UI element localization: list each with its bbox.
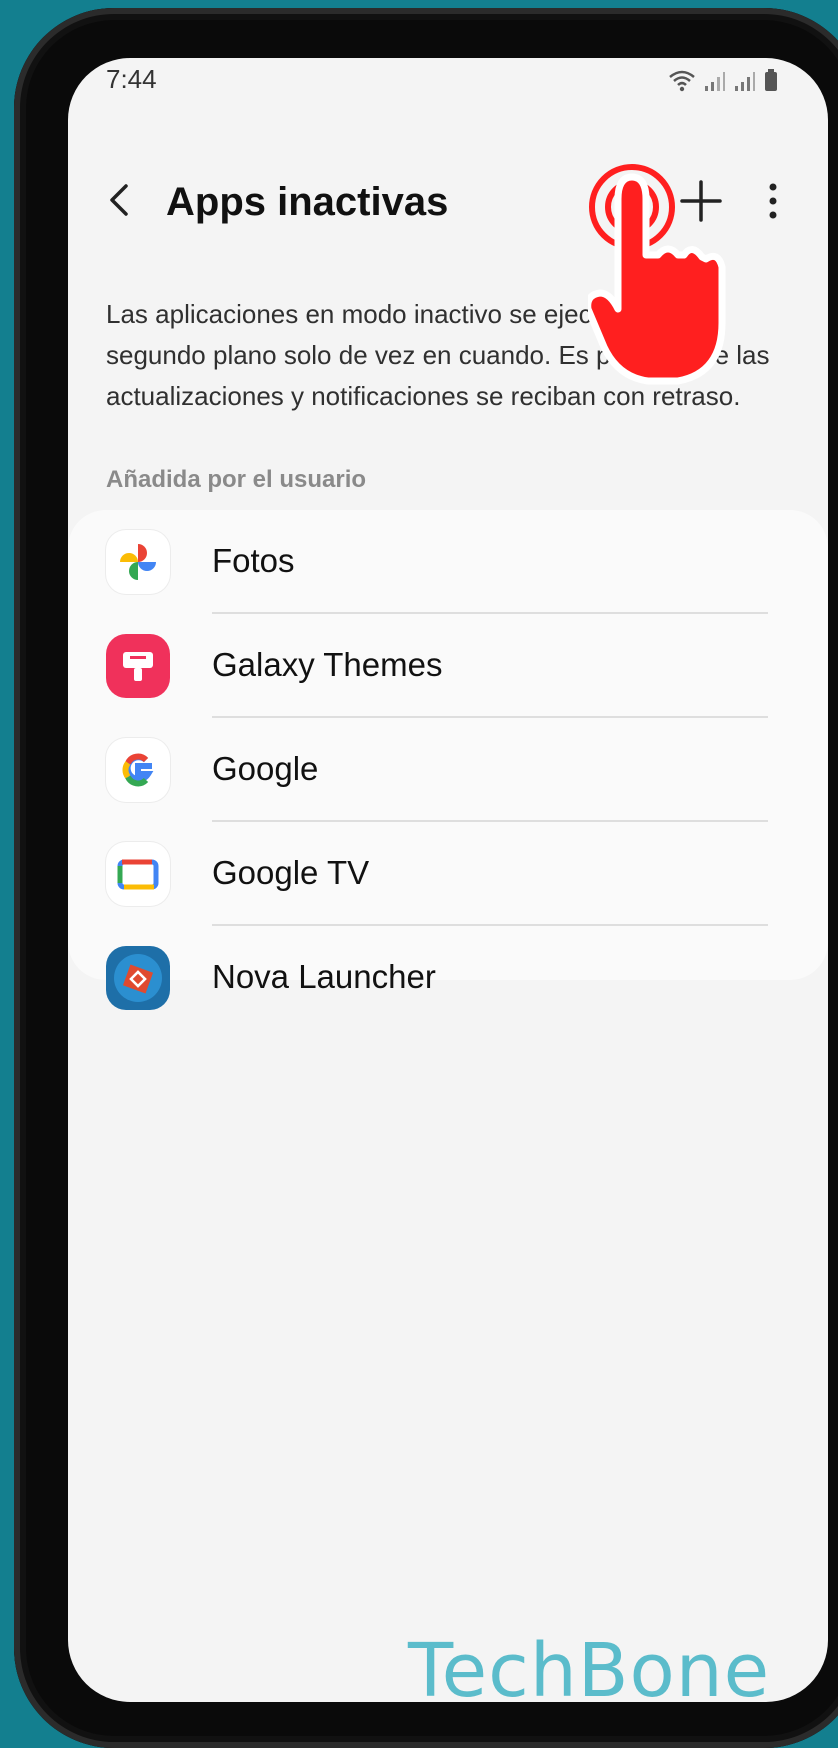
- list-item-nova-launcher[interactable]: Nova Launcher: [68, 926, 828, 1030]
- app-label: Galaxy Themes: [212, 646, 443, 683]
- status-icons: [668, 68, 778, 92]
- list-item-fotos[interactable]: Fotos: [68, 510, 828, 614]
- battery-icon: [765, 69, 777, 91]
- google-photos-icon: [106, 530, 170, 594]
- list-item-google-tv[interactable]: Google TV: [68, 822, 828, 926]
- section-label: Añadida por el usuario: [106, 466, 367, 493]
- app-label: Google TV: [212, 854, 370, 891]
- chevron-left-icon: [110, 184, 128, 216]
- app-label: Fotos: [212, 542, 295, 579]
- app-label: Nova Launcher: [212, 958, 436, 995]
- status-bar: 7:44: [68, 58, 828, 118]
- page-title: Apps inactivas: [166, 180, 449, 224]
- watermark: TechBone: [408, 1628, 771, 1714]
- app-list: Fotos Galaxy Themes Google Google TV Nov…: [68, 510, 828, 1010]
- nova-launcher-icon: [106, 946, 170, 1010]
- app-label: Google: [212, 750, 319, 787]
- wifi-icon: [669, 70, 695, 92]
- google-icon: [106, 738, 170, 802]
- tap-indicator-hand-icon: [588, 164, 726, 385]
- signal-icon: [705, 72, 725, 91]
- google-tv-icon: [106, 842, 170, 906]
- signal-icon-2: [735, 72, 755, 91]
- list-item-galaxy-themes[interactable]: Galaxy Themes: [68, 614, 828, 718]
- back-button[interactable]: [98, 178, 142, 222]
- list-item-google[interactable]: Google: [68, 718, 828, 822]
- status-time: 7:44: [106, 64, 157, 94]
- galaxy-themes-icon: [106, 634, 170, 698]
